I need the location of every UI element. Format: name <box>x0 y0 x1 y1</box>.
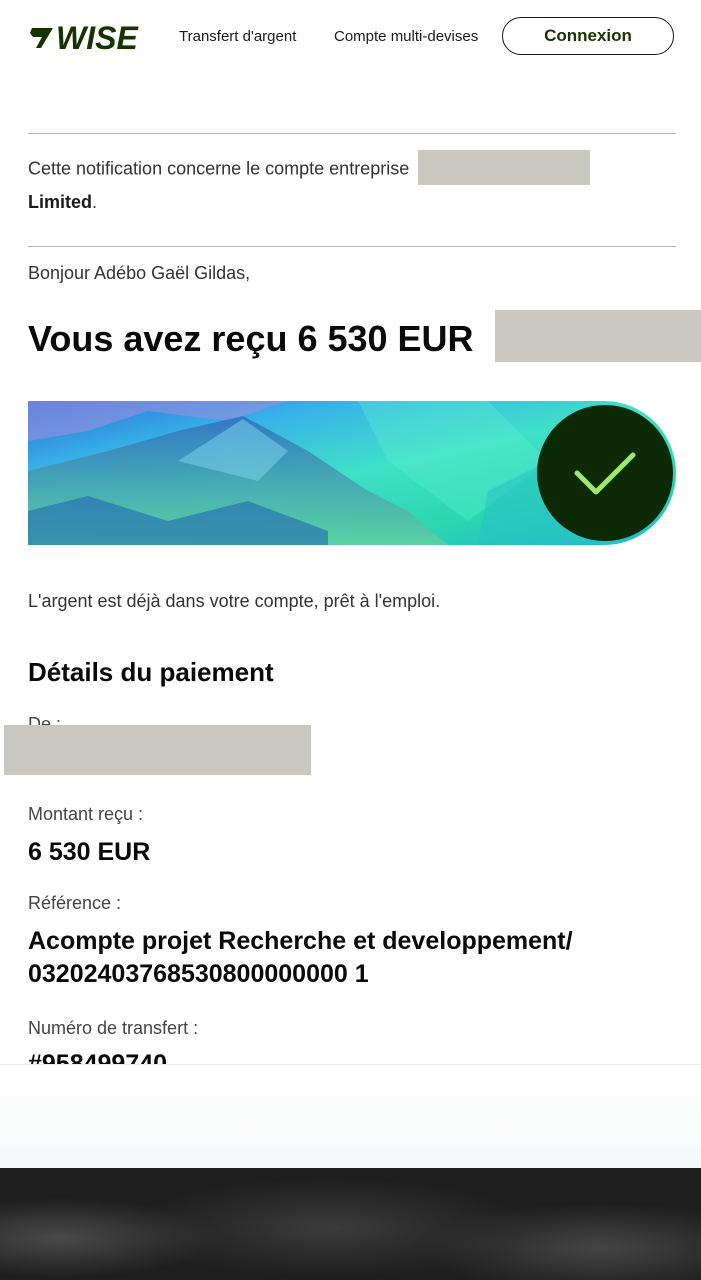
reference-label: Référence : <box>28 893 122 913</box>
success-banner <box>28 401 676 545</box>
transfer-number-clip: #958499740 <box>0 1048 701 1064</box>
reference-value: Acompte projet Recherche et developpemen… <box>28 927 573 988</box>
nav-link-multi-currency[interactable]: Compte multi-devises <box>334 28 478 46</box>
nav-link-transfer[interactable]: Transfert d'argent <box>179 28 296 46</box>
header: WISE Transfert d'argent Compte multi-dev… <box>0 0 701 80</box>
notification-text: Cette notification concerne le compte en… <box>28 150 628 217</box>
notification-prefix: Cette notification concerne le compte en… <box>28 158 410 179</box>
notification-period: . <box>92 192 98 212</box>
content-fade <box>0 1064 701 1169</box>
wise-logo[interactable]: WISE <box>28 20 138 56</box>
redacted-company-name <box>418 150 591 185</box>
redacted-title-block <box>495 310 701 362</box>
blurred-background <box>0 1168 701 1280</box>
greeting: Bonjour Adébo Gaël Gildas, <box>28 263 251 283</box>
divider <box>28 246 676 247</box>
logo-text: WISE <box>56 20 138 56</box>
amount-value: 6 530 EUR <box>28 838 151 866</box>
wise-flag-icon <box>30 28 53 48</box>
divider <box>28 133 676 134</box>
check-circle <box>537 405 673 541</box>
ready-text: L'argent est déjà dans votre compte, prê… <box>28 591 441 611</box>
amount-label: Montant reçu : <box>28 804 144 824</box>
transfer-number-value: #958499740 <box>28 1050 168 1064</box>
redacted-sender <box>4 725 311 775</box>
payment-details-title: Détails du paiement <box>28 657 274 687</box>
transfer-number-label: Numéro de transfert : <box>28 1018 199 1038</box>
company-suffix: Limited <box>28 192 93 212</box>
page-title: Vous avez reçu 6 530 EUR <box>28 318 474 359</box>
login-button[interactable]: Connexion <box>502 17 674 55</box>
